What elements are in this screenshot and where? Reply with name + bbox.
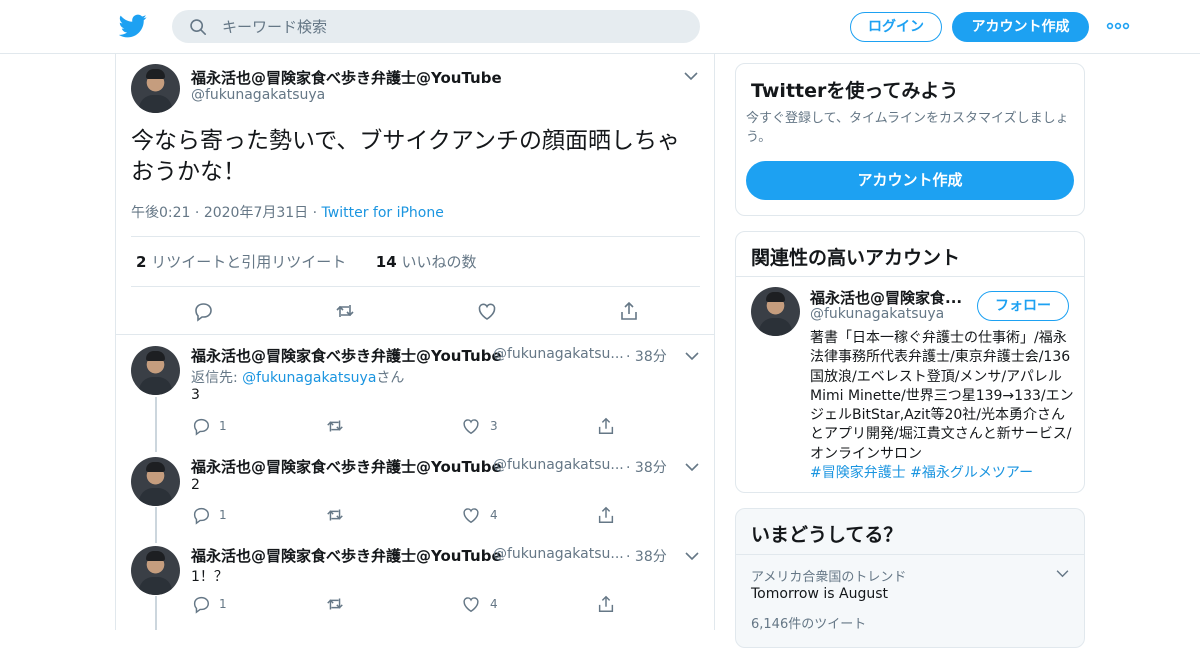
account-handle[interactable]: @fukunagakatsuya (810, 306, 944, 322)
avatar[interactable] (131, 346, 180, 395)
reply-icon[interactable] (192, 300, 214, 322)
like-label: いいねの数 (401, 253, 477, 271)
author-handle[interactable]: @fukunagakatsu... (493, 457, 624, 473)
chevron-down-icon[interactable] (685, 551, 699, 561)
signup-card-button[interactable]: アカウント作成 (746, 161, 1074, 200)
trend-category: アメリカ合衆国のトレンド (751, 570, 907, 585)
avatar[interactable] (131, 546, 180, 595)
follow-button[interactable]: フォロー (977, 291, 1069, 321)
reply-count: 1 (219, 508, 227, 522)
reply-to-suffix: さん (376, 370, 405, 386)
account-name[interactable]: 福永活也@冒険家食... (810, 287, 962, 308)
tweet-text: 3 (191, 387, 200, 403)
divider (131, 236, 700, 237)
tweet-column: 福永活也@冒険家食べ歩き弁護士@YouTube @fukunagakatsuya… (115, 54, 715, 630)
like-count: 3 (490, 419, 498, 433)
top-bar: ログイン アカウント作成 (0, 0, 1200, 54)
card-title: 関連性の高いアカウント (751, 247, 961, 269)
author-name[interactable]: 福永活也@冒険家食べ歩き弁護士@YouTube (191, 456, 502, 477)
tweet-text: 1！？ (191, 569, 228, 585)
chevron-down-icon[interactable] (685, 351, 699, 361)
divider (736, 554, 1084, 555)
like-stat[interactable]: 14 いいねの数 (376, 253, 477, 271)
reply-icon[interactable] (191, 416, 211, 436)
author-handle[interactable]: @fukunagakatsu... (493, 346, 624, 362)
like-icon[interactable] (461, 505, 481, 525)
retweet-icon[interactable] (325, 594, 345, 614)
avatar[interactable] (751, 287, 800, 336)
card-title: いまどうしてる？ (751, 524, 903, 546)
reply-to-prefix: 返信先: (191, 370, 243, 386)
retweet-icon[interactable] (325, 416, 345, 436)
share-icon[interactable] (596, 416, 616, 436)
tweet-time[interactable]: · 38分 (626, 457, 667, 477)
author-name[interactable]: 福永活也@冒険家食べ歩き弁護士@YouTube (191, 67, 502, 88)
like-icon[interactable] (476, 300, 498, 322)
like-icon[interactable] (461, 416, 481, 436)
reply-mention[interactable]: @fukunagakatsuya (242, 370, 376, 386)
tweet-stats: 2 リツイートと引用リツイート 14 いいねの数 (136, 251, 476, 272)
tweet-timestamp: 午後0:21 · 2020年7月31日 · Twitter for iPhone (131, 205, 444, 221)
avatar[interactable] (131, 457, 180, 506)
chevron-down-icon[interactable] (1056, 569, 1069, 578)
more-options-icon[interactable] (1106, 16, 1130, 36)
tweet-time[interactable]: · 38分 (626, 346, 667, 366)
reply-icon[interactable] (191, 505, 211, 525)
time-value: 38分 (634, 549, 667, 565)
trend-name[interactable]: Tomorrow is August (751, 586, 888, 602)
tweet-date[interactable]: 2020年7月31日 (204, 205, 308, 221)
retweet-icon[interactable] (334, 300, 356, 322)
retweet-icon[interactable] (325, 505, 345, 525)
card-title: Twitterを使ってみよう (751, 80, 959, 102)
search-input[interactable] (222, 10, 682, 43)
like-count: 4 (490, 597, 498, 611)
trend-tweet-count: 6,146件のツイート (751, 617, 867, 632)
avatar[interactable] (131, 64, 180, 113)
divider (131, 286, 700, 287)
time-value: 38分 (634, 349, 667, 365)
retweet-stat[interactable]: 2 リツイートと引用リツイート (136, 253, 346, 271)
signup-card: Twitterを使ってみよう 今すぐ登録して、タイムラインをカスタマイズしましょ… (735, 63, 1085, 216)
search-box[interactable] (172, 10, 700, 43)
search-icon (190, 19, 207, 36)
twitter-bird-icon[interactable] (119, 12, 147, 40)
like-icon[interactable] (461, 594, 481, 614)
divider (736, 276, 1084, 277)
retweet-count: 2 (136, 253, 147, 271)
share-icon[interactable] (596, 505, 616, 525)
share-icon[interactable] (596, 594, 616, 614)
tweet-time[interactable]: · 38分 (626, 546, 667, 566)
reply-count: 1 (219, 419, 227, 433)
account-bio: 著書「日本一稼ぐ弁護士の仕事術」/福永法律事務所代表弁護士/東京弁護士会/136… (810, 330, 1074, 462)
reply-tweet[interactable]: 福永活也@冒険家食べ歩き弁護士@YouTube @fukunagakatsu..… (116, 335, 714, 425)
tweet-text: 今なら寄った勢いで、ブサイクアンチの顔面晒しちゃおうかな！ (131, 128, 681, 185)
author-handle[interactable]: @fukunagakatsu... (493, 546, 624, 562)
chevron-down-icon[interactable] (685, 462, 699, 472)
tweet-text: 2 (191, 477, 200, 493)
author-name[interactable]: 福永活也@冒険家食べ歩き弁護士@YouTube (191, 345, 502, 366)
signup-button[interactable]: アカウント作成 (952, 12, 1089, 42)
bio-hashtags[interactable]: #冒険家弁護士 #福永グルメツアー (810, 462, 1033, 482)
login-button[interactable]: ログイン (850, 12, 942, 42)
time-value: 38分 (634, 460, 667, 476)
trends-card: いまどうしてる？ アメリカ合衆国のトレンド Tomorrow is August… (735, 508, 1085, 648)
card-description: 今すぐ登録して、タイムラインをカスタマイズしましょう。 (746, 111, 1069, 145)
related-accounts-card: 関連性の高いアカウント 福永活也@冒険家食... @fukunagakatsuy… (735, 231, 1085, 493)
author-handle[interactable]: @fukunagakatsuya (191, 87, 325, 103)
author-name[interactable]: 福永活也@冒険家食べ歩き弁護士@YouTube (191, 545, 502, 566)
reply-to-line: 返信先: @fukunagakatsuyaさん (191, 367, 404, 387)
reply-count: 1 (219, 597, 227, 611)
tweet-source[interactable]: Twitter for iPhone (322, 205, 444, 221)
reply-icon[interactable] (191, 594, 211, 614)
like-count: 14 (375, 253, 397, 271)
tweet-time[interactable]: 午後0:21 (131, 205, 190, 221)
like-count: 4 (490, 508, 498, 522)
retweet-label: リツイートと引用リツイート (151, 253, 347, 271)
chevron-down-icon[interactable] (684, 71, 698, 81)
share-icon[interactable] (618, 300, 640, 322)
